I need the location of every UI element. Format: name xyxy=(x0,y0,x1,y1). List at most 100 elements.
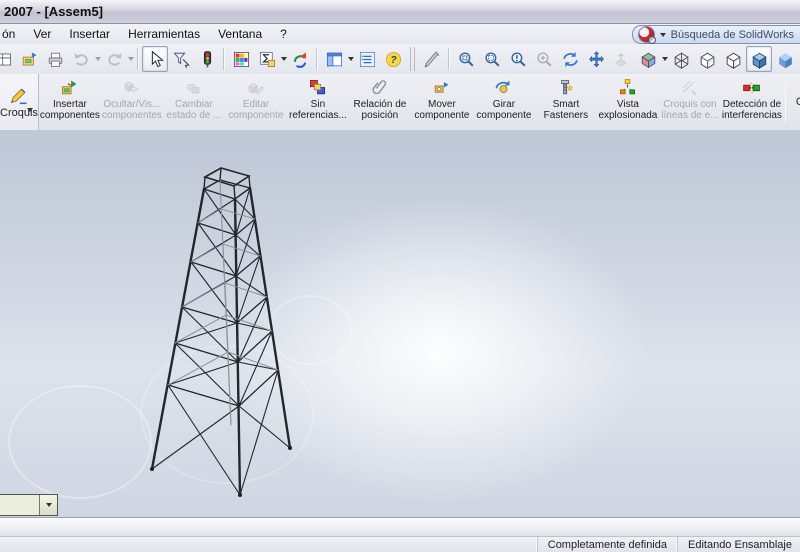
ribbon-separator xyxy=(785,82,786,122)
3d-view-button xyxy=(609,46,635,72)
measure-button[interactable] xyxy=(254,46,280,72)
ribbon-more-label: Op xyxy=(796,96,800,108)
pan-button[interactable] xyxy=(583,46,609,72)
measure-sigma-icon xyxy=(258,50,277,69)
solidworks-search[interactable]: Búsqueda de SolidWorks xyxy=(632,25,800,44)
toolbar-separator xyxy=(316,48,318,70)
ribbon-label-line: Editar xyxy=(243,99,269,110)
hide-components-icon xyxy=(122,78,141,97)
sketch-pen-button[interactable] xyxy=(419,46,445,72)
shaded-with-edges-button[interactable] xyxy=(746,46,772,72)
smart-fasteners-icon xyxy=(556,78,575,97)
pan-icon xyxy=(587,50,606,69)
dropdown-field[interactable] xyxy=(0,495,40,515)
undo-icon xyxy=(72,50,91,69)
ribbon-label-line: Fasteners xyxy=(544,110,588,121)
window-grid-icon xyxy=(0,50,13,69)
select-cursor-icon xyxy=(146,50,165,69)
zoom-inout-button[interactable] xyxy=(505,46,531,72)
status-edit-mode: Editando Ensamblaje xyxy=(677,537,800,552)
ribbon-button-cambiar-estado: Cambiarestado de ... xyxy=(163,74,225,130)
lower-frame-band xyxy=(0,517,800,537)
zoom-fit-icon xyxy=(457,50,476,69)
dropdown-button[interactable] xyxy=(40,495,57,515)
print-button[interactable] xyxy=(42,46,68,72)
graphics-viewport[interactable] xyxy=(0,130,800,517)
croquis-icon xyxy=(9,85,29,105)
stoplight-button[interactable] xyxy=(194,46,220,72)
ribbon-label-line: componente xyxy=(476,110,531,121)
solidworks-search-icon xyxy=(638,26,655,43)
move-component-icon xyxy=(432,78,451,97)
menu-help[interactable]: ? xyxy=(271,25,296,43)
ribbon-label-line: Sin xyxy=(311,99,325,110)
shaded-button[interactable] xyxy=(772,46,798,72)
menu-insertar[interactable]: Insertar xyxy=(60,25,119,43)
zoom-area-button[interactable] xyxy=(479,46,505,72)
redo-icon xyxy=(105,50,124,69)
hidden-lines-visible-button[interactable] xyxy=(694,46,720,72)
rotate-view-button[interactable] xyxy=(557,46,583,72)
rebuild-button[interactable] xyxy=(287,46,313,72)
ribbon-button-vista-explosionada[interactable]: Vistaexplosionada xyxy=(597,74,659,130)
ribbon-button-insertar-componentes[interactable]: Insertarcomponentes xyxy=(39,74,101,130)
menu-edicion[interactable]: ón xyxy=(0,25,24,43)
hidden-lines-visible-icon xyxy=(698,50,717,69)
no-references-icon xyxy=(308,78,327,97)
selection-filter-icon xyxy=(172,50,191,69)
zoom-fit-button[interactable] xyxy=(453,46,479,72)
derrick-tower-model[interactable] xyxy=(0,130,800,517)
bottom-left-dropdown[interactable] xyxy=(0,494,58,516)
standard-views-icon xyxy=(639,50,658,69)
insert-components-icon xyxy=(60,78,79,97)
toolbar-grip xyxy=(410,47,415,71)
ribbon-button-sin-referencias[interactable]: Sinreferencias... xyxy=(287,74,349,130)
ribbon-button-deteccion-interferencias[interactable]: Detección deinterferencias xyxy=(721,74,783,130)
shaded-icon xyxy=(776,50,795,69)
dropdown-arrow-icon xyxy=(46,503,52,507)
ribbon-button-smart-fasteners[interactable]: SmartFasteners xyxy=(535,74,597,130)
3d-view-icon xyxy=(613,50,632,69)
options-list-button[interactable] xyxy=(354,46,380,72)
ribbon-button-mover-componente[interactable]: Movercomponente xyxy=(411,74,473,130)
help-button[interactable] xyxy=(380,46,406,72)
ribbon-label-line: Smart xyxy=(553,99,580,110)
undo-button xyxy=(68,46,94,72)
menu-ver[interactable]: Ver xyxy=(24,25,60,43)
ribbon-label-line: Relación de xyxy=(354,99,407,110)
menu-ventana[interactable]: Ventana xyxy=(209,25,271,43)
open-document-button[interactable] xyxy=(16,46,42,72)
status-bar: Completamente definida Editando Ensambla… xyxy=(0,536,800,552)
rotate-view-icon xyxy=(561,50,580,69)
interference-detection-icon xyxy=(742,78,761,97)
ribbon-label-line: referencias... xyxy=(289,110,347,121)
ribbon-label-line: Girar xyxy=(493,99,515,110)
ribbon-button-relacion-posicion[interactable]: Relación deposición xyxy=(349,74,411,130)
shaded-with-edges-icon xyxy=(750,50,769,69)
ribbon-button-girar-componente[interactable]: Girarcomponente xyxy=(473,74,535,130)
croquis-tab[interactable]: Croquis xyxy=(0,74,39,130)
standard-views-button[interactable] xyxy=(635,46,661,72)
croquis-flyout-arrow-icon[interactable] xyxy=(27,108,33,112)
ribbon-label-line: Insertar xyxy=(53,99,87,110)
ribbon-button-ocultar-componentes: Ocultar/Vis...componentes xyxy=(101,74,163,130)
select-button[interactable] xyxy=(142,46,168,72)
window-grid-button[interactable] xyxy=(0,46,16,72)
options-list-icon xyxy=(358,50,377,69)
rebuild-icon xyxy=(291,50,310,69)
search-dropdown-arrow-icon[interactable] xyxy=(660,33,666,37)
wireframe-icon xyxy=(672,50,691,69)
wireframe-button[interactable] xyxy=(668,46,694,72)
menu-herramientas[interactable]: Herramientas xyxy=(119,25,209,43)
open-document-icon xyxy=(20,50,39,69)
edit-component-icon xyxy=(246,78,265,97)
window-layout-button[interactable] xyxy=(321,46,347,72)
color-palette-button[interactable] xyxy=(228,46,254,72)
hidden-lines-removed-button[interactable] xyxy=(720,46,746,72)
ribbon-label-line: explosionada xyxy=(598,110,657,121)
search-placeholder[interactable]: Búsqueda de SolidWorks xyxy=(671,29,794,41)
zoom-inout-icon xyxy=(509,50,528,69)
ribbon-button-opciones-cut[interactable]: Op xyxy=(788,74,800,130)
ribbon-label-line: Mover xyxy=(428,99,456,110)
selection-filter-button[interactable] xyxy=(168,46,194,72)
